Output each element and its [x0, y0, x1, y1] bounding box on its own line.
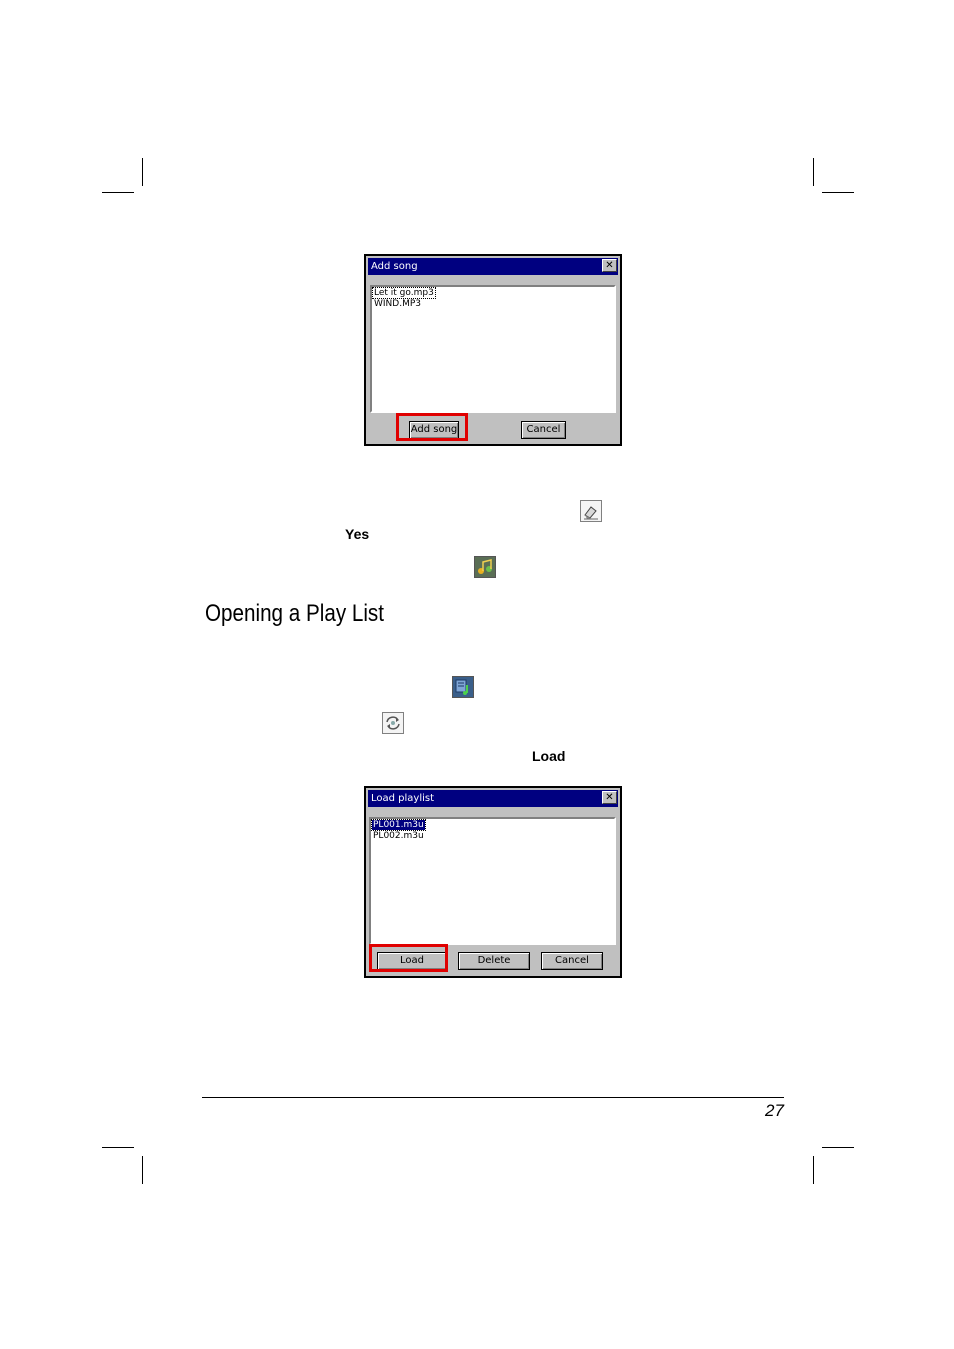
crop-mark-bottom-right-v	[813, 1156, 814, 1184]
open-playlist-icon	[382, 712, 404, 734]
yes-label: Yes	[345, 526, 370, 542]
list-item[interactable]: Let it go.mp3	[372, 287, 613, 299]
playlist-icon	[452, 676, 474, 698]
close-icon[interactable]: ✕	[602, 259, 617, 272]
crop-mark-bottom-right-h	[822, 1147, 854, 1148]
section-heading: Opening a Play List	[205, 600, 384, 627]
dialog-title: Add song	[371, 261, 418, 272]
highlight-box	[369, 944, 448, 972]
list-item[interactable]: PL001.m3u	[371, 819, 613, 831]
crop-mark-bottom-left-v	[142, 1156, 143, 1184]
list-item[interactable]: WIND.MP3	[373, 299, 613, 310]
cancel-button[interactable]: Cancel	[521, 421, 566, 439]
dialog-title: Load playlist	[371, 793, 435, 804]
cancel-button[interactable]: Cancel	[541, 952, 603, 970]
footer-rule	[202, 1097, 784, 1098]
add-song-title-bar: Add song	[368, 258, 618, 275]
load-playlist-title-bar: Load playlist	[368, 790, 618, 807]
crop-mark-bottom-left-h	[102, 1147, 134, 1148]
list-item[interactable]: PL002.m3u	[372, 831, 613, 842]
load-label: Load	[532, 748, 566, 764]
playlist-file-list[interactable]: PL001.m3u PL002.m3u	[369, 817, 616, 945]
song-file-list[interactable]: Let it go.mp3 WIND.MP3	[370, 285, 616, 413]
page-number: 27	[765, 1101, 784, 1120]
delete-button[interactable]: Delete	[458, 952, 530, 970]
highlight-box	[396, 413, 468, 441]
crop-mark-top-left-h	[102, 192, 134, 193]
crop-mark-top-right-h	[822, 192, 854, 193]
crop-mark-top-left-v	[142, 158, 143, 186]
music-note-icon	[474, 556, 496, 578]
crop-mark-top-right-v	[813, 158, 814, 186]
close-icon[interactable]: ✕	[602, 791, 617, 804]
eraser-icon	[580, 500, 602, 522]
